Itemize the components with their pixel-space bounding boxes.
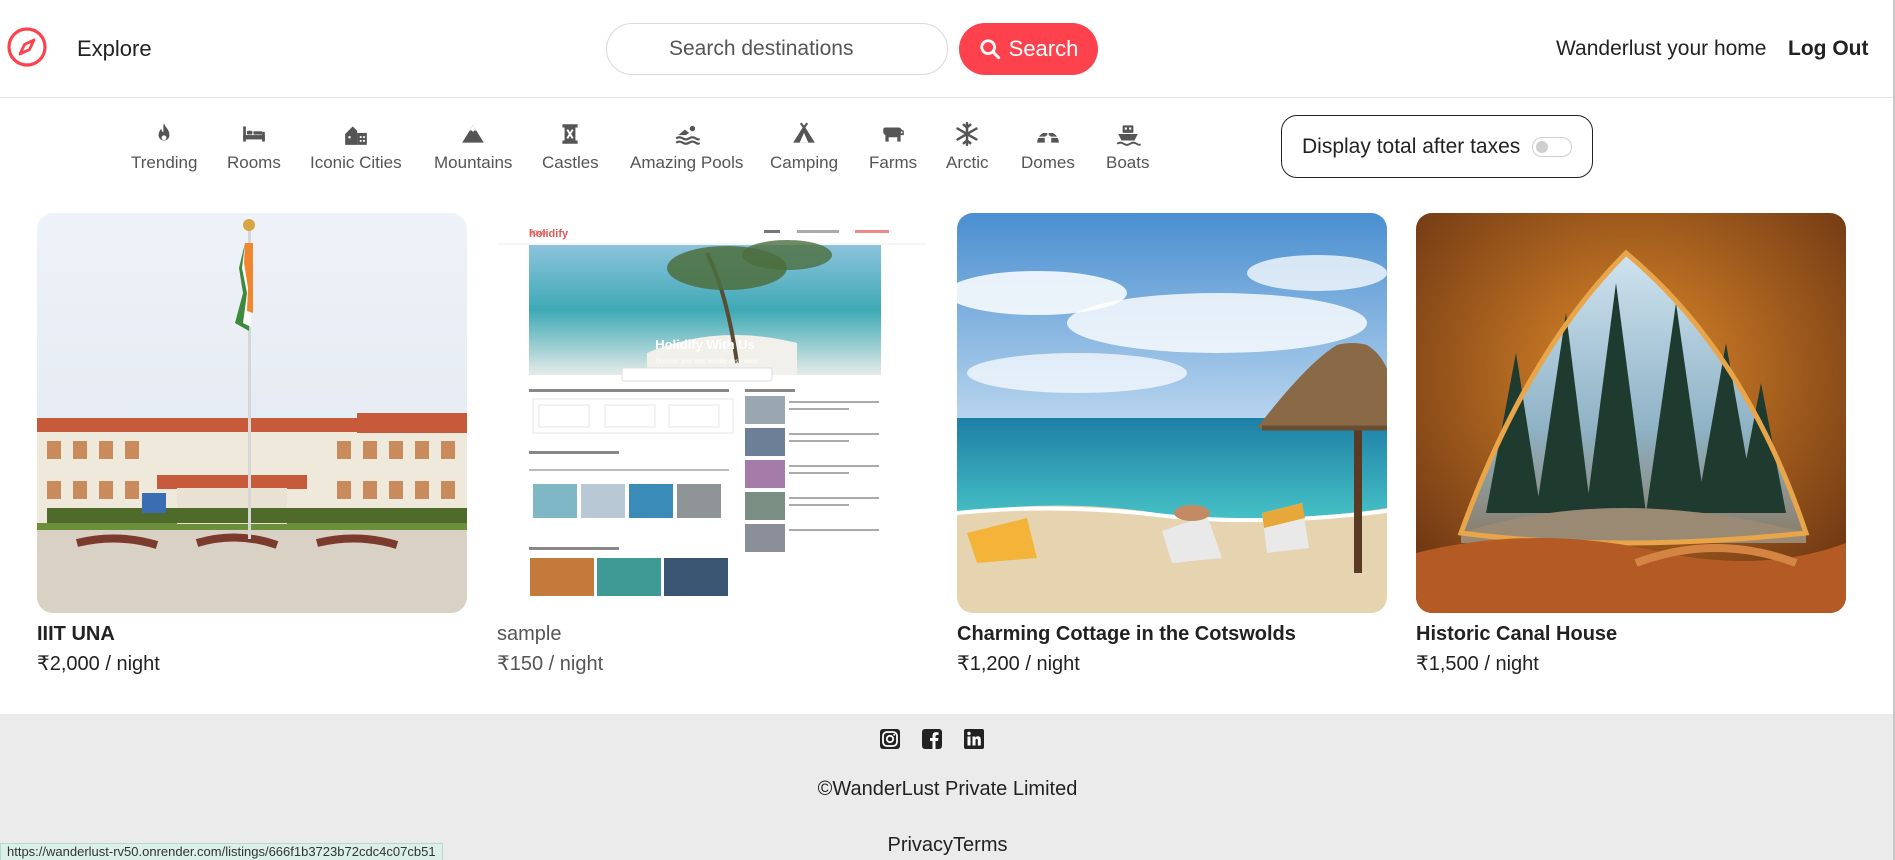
castle-icon [562, 124, 578, 144]
tax-toggle[interactable]: Display total after taxes [1281, 115, 1593, 178]
wanderlust-home-link[interactable]: Wanderlust your home [1556, 37, 1766, 61]
filter-label: Mountains [434, 153, 513, 172]
listing-card[interactable]: Charming Cottage in the Cotswolds ₹1,200… [957, 213, 1387, 679]
listing-title: Charming Cottage in the Cotswolds [957, 623, 1296, 645]
tax-switch[interactable] [1532, 136, 1573, 157]
filter-arctic[interactable]: Arctic [946, 121, 989, 173]
listing-image[interactable] [37, 213, 467, 613]
listing-title: Historic Canal House [1416, 623, 1618, 645]
copyright-text: ©WanderLust Private Limited [817, 778, 1078, 800]
listing-price: ₹1,200 / night [957, 653, 1080, 675]
tent-icon [793, 122, 815, 143]
filter-boats[interactable]: Boats [1106, 121, 1149, 173]
filter-label: Boats [1106, 153, 1150, 172]
screenshot-hero-title: Holidify With Us [655, 337, 755, 352]
filter-rooms[interactable]: Rooms [227, 121, 281, 173]
screenshot-brand: holidify [529, 228, 569, 240]
search-input[interactable] [606, 23, 948, 75]
search-button-label: Search [1008, 36, 1079, 61]
screenshot-hero-subtitle: Discover your next Holiday destination [656, 359, 758, 365]
filter-label: Rooms [227, 153, 281, 172]
facebook-icon[interactable] [920, 727, 944, 751]
filter-domes[interactable]: Domes [1021, 121, 1075, 173]
fire-icon [158, 123, 170, 141]
filter-label: Castles [542, 153, 599, 172]
search-icon [980, 39, 1000, 60]
listing-title: IIIT UNA [37, 623, 115, 645]
snowflake-icon [956, 121, 978, 147]
bed-icon [243, 126, 265, 142]
instagram-icon[interactable] [878, 727, 902, 751]
filter-camping[interactable]: Camping [770, 121, 838, 173]
listing-image[interactable] [957, 213, 1387, 613]
filter-mountains[interactable]: Mountains [434, 121, 512, 173]
cow-icon [883, 127, 904, 142]
listing-card[interactable]: IIIT UNA ₹2,000 / night [37, 213, 467, 679]
listing-title: sample [497, 623, 562, 645]
logout-link[interactable]: Log Out [1788, 37, 1868, 61]
filter-farms[interactable]: Farms [869, 121, 917, 173]
filter-label: Iconic Cities [310, 153, 402, 172]
status-bar-url: https://wanderlust-rv50.onrender.com/lis… [0, 843, 443, 860]
listing-card[interactable]: Historic Canal House ₹1,500 / night [1416, 213, 1846, 679]
city-icon [344, 126, 367, 145]
listing-image[interactable]: Ilovo holidify Holidify With Us Discover… [497, 213, 927, 613]
filter-label: Domes [1021, 153, 1075, 172]
filter-castles[interactable]: Castles [542, 121, 599, 173]
tax-toggle-label: Display total after taxes [1302, 134, 1521, 158]
mountain-icon [462, 125, 485, 143]
compass-icon[interactable] [6, 26, 48, 68]
swimmer-icon [675, 125, 700, 145]
footer: ©WanderLust Private Limited PrivacyTerms [0, 714, 1895, 860]
filter-label: Farms [869, 153, 918, 172]
filter-label: Camping [770, 153, 839, 172]
ship-icon [1116, 125, 1141, 146]
filter-amazing-pools[interactable]: Amazing Pools [630, 121, 743, 173]
filter-label: Trending [131, 153, 198, 172]
listing-card[interactable]: Ilovo holidify Holidify With Us Discover… [497, 213, 927, 679]
filter-label: Amazing Pools [630, 153, 744, 172]
filter-label: Arctic [946, 153, 989, 172]
filter-iconic-cities[interactable]: Iconic Cities [310, 121, 402, 173]
listing-price: ₹2,000 / night [37, 653, 160, 675]
linkedin-icon[interactable] [962, 727, 986, 751]
listing-price: ₹1,500 / night [1416, 653, 1539, 675]
filter-trending[interactable]: Trending [131, 121, 197, 173]
navbar: Explore Search Wanderlust your home Log … [0, 0, 1895, 98]
explore-link[interactable]: Explore [77, 36, 152, 62]
social-links [878, 727, 986, 751]
listing-image[interactable] [1416, 213, 1846, 613]
igloo-icon [1037, 131, 1059, 143]
search-button[interactable]: Search [959, 23, 1098, 75]
filter-bar: Trending Rooms Iconic Cities Mountains C… [0, 99, 1895, 189]
listing-price: ₹150 / night [497, 653, 604, 675]
